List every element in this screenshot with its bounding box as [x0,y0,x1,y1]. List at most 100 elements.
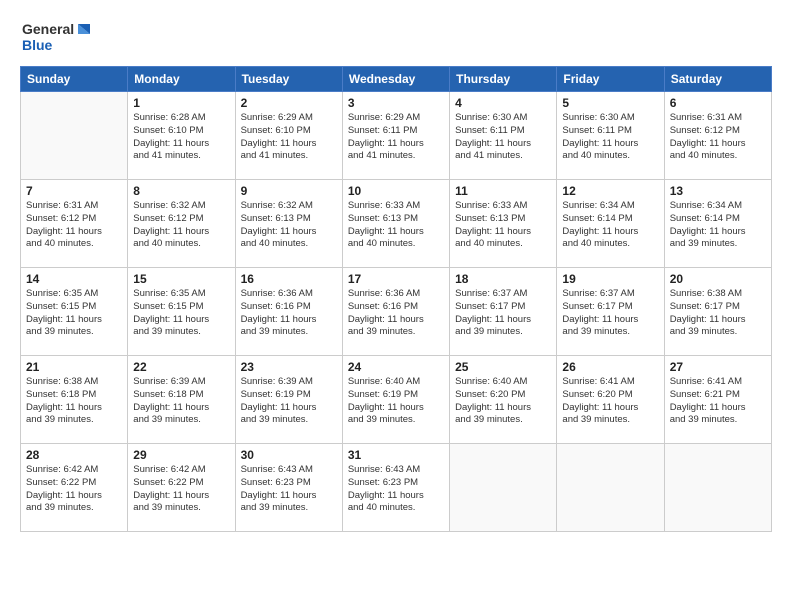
week-row-4: 21 Sunrise: 6:38 AM Sunset: 6:18 PM Dayli… [21,356,772,444]
calendar-cell: 21 Sunrise: 6:38 AM Sunset: 6:18 PM Dayli… [21,356,128,444]
calendar-cell [664,444,771,532]
calendar-cell: 15 Sunrise: 6:35 AM Sunset: 6:15 PM Dayli… [128,268,235,356]
weekday-header-monday: Monday [128,67,235,92]
day-number: 21 [26,360,122,374]
svg-text:General: General [22,21,74,37]
day-info: Sunrise: 6:29 AM Sunset: 6:11 PM Dayligh… [348,112,444,163]
day-info: Sunrise: 6:36 AM Sunset: 6:16 PM Dayligh… [348,288,444,339]
logo-svg: GeneralBlue [20,18,100,56]
day-number: 18 [455,272,551,286]
calendar-cell: 27 Sunrise: 6:41 AM Sunset: 6:21 PM Dayli… [664,356,771,444]
calendar-cell: 20 Sunrise: 6:38 AM Sunset: 6:17 PM Dayli… [664,268,771,356]
day-info: Sunrise: 6:33 AM Sunset: 6:13 PM Dayligh… [348,200,444,251]
day-number: 30 [241,448,337,462]
weekday-header-tuesday: Tuesday [235,67,342,92]
calendar-cell: 7Sunrise: 6:31 AM Sunset: 6:12 PM Daylig… [21,180,128,268]
calendar-cell: 24 Sunrise: 6:40 AM Sunset: 6:19 PM Dayli… [342,356,449,444]
calendar-cell: 5Sunrise: 6:30 AM Sunset: 6:11 PM Daylig… [557,92,664,180]
day-number: 24 [348,360,444,374]
day-info: Sunrise: 6:41 AM Sunset: 6:20 PM Dayligh… [562,376,658,427]
calendar-cell: 1 Sunrise: 6:28 AM Sunset: 6:10 PM Daylig… [128,92,235,180]
calendar-cell: 25 Sunrise: 6:40 AM Sunset: 6:20 PM Dayli… [450,356,557,444]
day-info: Sunrise: 6:40 AM Sunset: 6:19 PM Dayligh… [348,376,444,427]
calendar-cell: 14 Sunrise: 6:35 AM Sunset: 6:15 PM Dayli… [21,268,128,356]
day-number: 16 [241,272,337,286]
day-info: Sunrise: 6:36 AM Sunset: 6:16 PM Dayligh… [241,288,337,339]
calendar-cell: 3 Sunrise: 6:29 AM Sunset: 6:11 PM Daylig… [342,92,449,180]
calendar-cell: 16 Sunrise: 6:36 AM Sunset: 6:16 PM Dayli… [235,268,342,356]
day-number: 13 [670,184,766,198]
day-info: Sunrise: 6:39 AM Sunset: 6:19 PM Dayligh… [241,376,337,427]
day-info: Sunrise: 6:31 AM Sunset: 6:12 PM Dayligh… [670,112,766,163]
day-info: Sunrise: 6:37 AM Sunset: 6:17 PM Dayligh… [455,288,551,339]
day-number: 6 [670,96,766,110]
day-info: Sunrise: 6:32 AM Sunset: 6:12 PM Dayligh… [133,200,229,251]
day-info: Sunrise: 6:34 AM Sunset: 6:14 PM Dayligh… [562,200,658,251]
svg-text:Blue: Blue [22,37,53,53]
day-info: Sunrise: 6:38 AM Sunset: 6:18 PM Dayligh… [26,376,122,427]
day-number: 23 [241,360,337,374]
week-row-5: 28 Sunrise: 6:42 AM Sunset: 6:22 PM Dayli… [21,444,772,532]
day-number: 25 [455,360,551,374]
calendar-cell: 26 Sunrise: 6:41 AM Sunset: 6:20 PM Dayli… [557,356,664,444]
calendar-cell [21,92,128,180]
calendar-cell: 23 Sunrise: 6:39 AM Sunset: 6:19 PM Dayli… [235,356,342,444]
calendar-cell: 17Sunrise: 6:36 AM Sunset: 6:16 PM Dayli… [342,268,449,356]
calendar-cell [450,444,557,532]
day-info: Sunrise: 6:30 AM Sunset: 6:11 PM Dayligh… [455,112,551,163]
day-info: Sunrise: 6:29 AM Sunset: 6:10 PM Dayligh… [241,112,337,163]
day-info: Sunrise: 6:33 AM Sunset: 6:13 PM Dayligh… [455,200,551,251]
day-number: 11 [455,184,551,198]
calendar-cell: 22Sunrise: 6:39 AM Sunset: 6:18 PM Dayli… [128,356,235,444]
calendar-cell: 18 Sunrise: 6:37 AM Sunset: 6:17 PM Dayli… [450,268,557,356]
day-info: Sunrise: 6:41 AM Sunset: 6:21 PM Dayligh… [670,376,766,427]
calendar-cell: 12 Sunrise: 6:34 AM Sunset: 6:14 PM Dayli… [557,180,664,268]
day-info: Sunrise: 6:35 AM Sunset: 6:15 PM Dayligh… [26,288,122,339]
day-number: 14 [26,272,122,286]
day-number: 7 [26,184,122,198]
day-info: Sunrise: 6:42 AM Sunset: 6:22 PM Dayligh… [26,464,122,515]
day-number: 10 [348,184,444,198]
day-number: 27 [670,360,766,374]
day-number: 3 [348,96,444,110]
calendar-cell: 2 Sunrise: 6:29 AM Sunset: 6:10 PM Daylig… [235,92,342,180]
day-number: 8 [133,184,229,198]
day-info: Sunrise: 6:40 AM Sunset: 6:20 PM Dayligh… [455,376,551,427]
calendar-cell: 6 Sunrise: 6:31 AM Sunset: 6:12 PM Daylig… [664,92,771,180]
day-number: 2 [241,96,337,110]
weekday-header-saturday: Saturday [664,67,771,92]
day-number: 1 [133,96,229,110]
day-info: Sunrise: 6:32 AM Sunset: 6:13 PM Dayligh… [241,200,337,251]
day-info: Sunrise: 6:39 AM Sunset: 6:18 PM Dayligh… [133,376,229,427]
calendar-cell: 8 Sunrise: 6:32 AM Sunset: 6:12 PM Daylig… [128,180,235,268]
day-number: 26 [562,360,658,374]
day-number: 19 [562,272,658,286]
calendar-cell [557,444,664,532]
day-info: Sunrise: 6:35 AM Sunset: 6:15 PM Dayligh… [133,288,229,339]
weekday-header-row: SundayMondayTuesdayWednesdayThursdayFrid… [21,67,772,92]
week-row-1: 1 Sunrise: 6:28 AM Sunset: 6:10 PM Daylig… [21,92,772,180]
day-number: 29 [133,448,229,462]
calendar-cell: 28 Sunrise: 6:42 AM Sunset: 6:22 PM Dayli… [21,444,128,532]
day-number: 12 [562,184,658,198]
calendar-cell: 4Sunrise: 6:30 AM Sunset: 6:11 PM Daylig… [450,92,557,180]
day-info: Sunrise: 6:34 AM Sunset: 6:14 PM Dayligh… [670,200,766,251]
day-number: 15 [133,272,229,286]
week-row-3: 14 Sunrise: 6:35 AM Sunset: 6:15 PM Dayli… [21,268,772,356]
calendar-cell: 9Sunrise: 6:32 AM Sunset: 6:13 PM Daylig… [235,180,342,268]
header: GeneralBlue [20,18,772,56]
calendar-cell: 31Sunrise: 6:43 AM Sunset: 6:23 PM Dayli… [342,444,449,532]
day-info: Sunrise: 6:38 AM Sunset: 6:17 PM Dayligh… [670,288,766,339]
day-info: Sunrise: 6:28 AM Sunset: 6:10 PM Dayligh… [133,112,229,163]
day-number: 31 [348,448,444,462]
day-number: 20 [670,272,766,286]
day-number: 28 [26,448,122,462]
calendar-cell: 19Sunrise: 6:37 AM Sunset: 6:17 PM Dayli… [557,268,664,356]
calendar-cell: 11 Sunrise: 6:33 AM Sunset: 6:13 PM Dayli… [450,180,557,268]
weekday-header-thursday: Thursday [450,67,557,92]
weekday-header-friday: Friday [557,67,664,92]
day-info: Sunrise: 6:43 AM Sunset: 6:23 PM Dayligh… [241,464,337,515]
calendar-cell: 30 Sunrise: 6:43 AM Sunset: 6:23 PM Dayli… [235,444,342,532]
logo: GeneralBlue [20,18,100,56]
calendar-cell: 29Sunrise: 6:42 AM Sunset: 6:22 PM Dayli… [128,444,235,532]
